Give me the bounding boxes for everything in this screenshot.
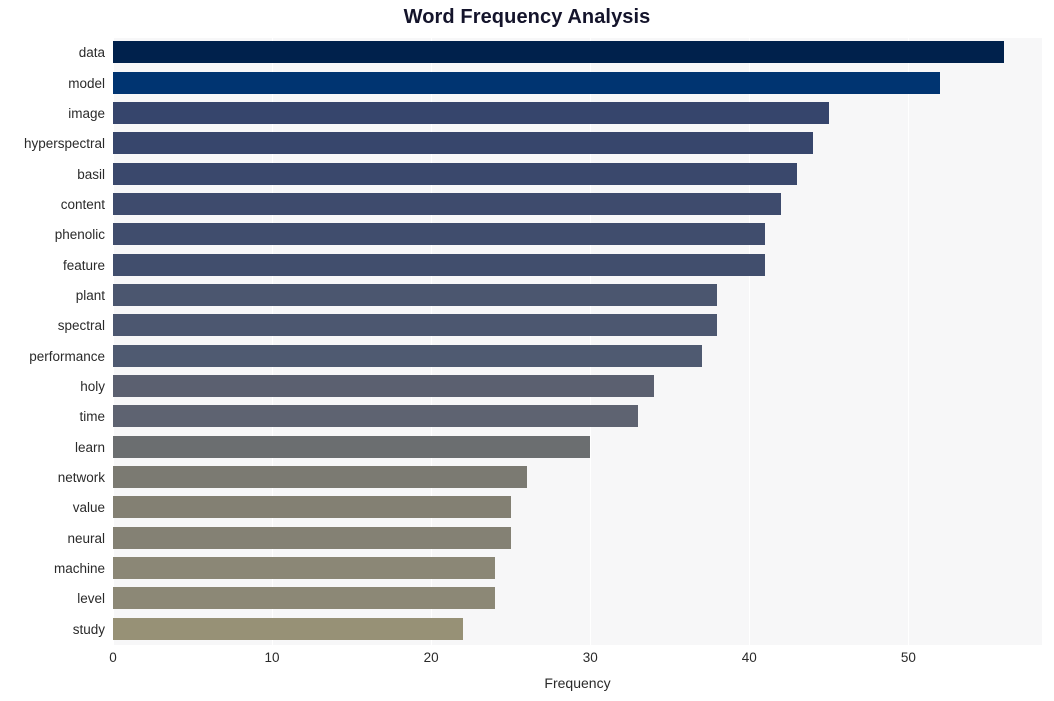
x-tick-label-40: 40 bbox=[741, 650, 757, 665]
y-tick-label-data: data bbox=[78, 45, 105, 61]
bar-row bbox=[113, 554, 1042, 582]
y-tick-label-neural: neural bbox=[67, 530, 105, 546]
y-tick-label-image: image bbox=[68, 105, 105, 121]
bar-row bbox=[113, 159, 1042, 187]
bar-row bbox=[113, 38, 1042, 66]
x-axis-tick-labels: 0 10 20 30 40 50 bbox=[109, 650, 1042, 672]
bar-machine bbox=[113, 557, 495, 580]
bar-neural bbox=[113, 526, 511, 549]
plot-area bbox=[113, 38, 1042, 645]
bar-row bbox=[113, 190, 1042, 218]
y-tick-label-feature: feature bbox=[62, 257, 105, 273]
y-tick-label-spectral: spectral bbox=[57, 318, 105, 334]
y-tick-label-phenolic: phenolic bbox=[54, 227, 105, 243]
y-tick-label-holy: holy bbox=[80, 379, 105, 395]
y-tick-label-hyperspectral: hyperspectral bbox=[23, 136, 105, 152]
bar-row bbox=[113, 281, 1042, 309]
y-tick-label-performance: performance bbox=[29, 348, 105, 364]
bar-row bbox=[113, 524, 1042, 552]
bar-model bbox=[113, 71, 941, 94]
y-tick-label-study: study bbox=[72, 621, 105, 637]
bar-row bbox=[113, 402, 1042, 430]
bar-row bbox=[113, 493, 1042, 521]
bar-level bbox=[113, 587, 495, 610]
y-axis-tick-labels: data model image hyperspectral basil content p… bbox=[0, 38, 105, 645]
bar-row bbox=[113, 584, 1042, 612]
bar-hyperspectral bbox=[113, 132, 813, 155]
y-tick-label-time: time bbox=[79, 409, 105, 425]
bars-container bbox=[113, 38, 1042, 645]
bar-time bbox=[113, 405, 638, 428]
bar-row bbox=[113, 68, 1042, 96]
bar-performance bbox=[113, 344, 702, 367]
bar-spectral bbox=[113, 314, 718, 337]
y-tick-label-machine: machine bbox=[53, 561, 105, 577]
bar-row bbox=[113, 615, 1042, 643]
word-frequency-bar-chart: Word Frequency Analysis data model image hy… bbox=[0, 0, 1054, 701]
x-tick-label-0: 0 bbox=[109, 650, 117, 665]
x-tick-label-10: 10 bbox=[264, 650, 280, 665]
bar-row bbox=[113, 220, 1042, 248]
bar-basil bbox=[113, 162, 798, 185]
bar-data bbox=[113, 41, 1004, 64]
bar-row bbox=[113, 250, 1042, 278]
bar-plant bbox=[113, 283, 718, 306]
y-tick-label-value: value bbox=[72, 500, 105, 516]
bar-image bbox=[113, 101, 829, 124]
bar-row bbox=[113, 342, 1042, 370]
bar-learn bbox=[113, 435, 591, 458]
bar-content bbox=[113, 192, 782, 215]
x-axis-title: Frequency bbox=[544, 675, 611, 691]
bar-network bbox=[113, 466, 527, 489]
bar-phenolic bbox=[113, 223, 766, 246]
bar-value bbox=[113, 496, 511, 519]
y-tick-label-plant: plant bbox=[75, 287, 105, 303]
y-tick-label-basil: basil bbox=[77, 166, 105, 182]
y-tick-label-learn: learn bbox=[74, 439, 105, 455]
x-tick-label-50: 50 bbox=[900, 650, 916, 665]
chart-title: Word Frequency Analysis bbox=[403, 6, 651, 28]
y-tick-label-content: content bbox=[60, 196, 105, 212]
bar-row bbox=[113, 463, 1042, 491]
x-tick-label-20: 20 bbox=[423, 650, 439, 665]
bar-feature bbox=[113, 253, 766, 276]
x-tick-label-30: 30 bbox=[582, 650, 598, 665]
y-tick-label-network: network bbox=[57, 470, 105, 486]
bar-row bbox=[113, 311, 1042, 339]
y-tick-label-level: level bbox=[77, 591, 105, 607]
bar-row bbox=[113, 99, 1042, 127]
bar-study bbox=[113, 617, 463, 640]
bar-row bbox=[113, 372, 1042, 400]
y-tick-label-model: model bbox=[68, 75, 105, 91]
bar-row bbox=[113, 129, 1042, 157]
bar-holy bbox=[113, 375, 654, 398]
bar-row bbox=[113, 433, 1042, 461]
